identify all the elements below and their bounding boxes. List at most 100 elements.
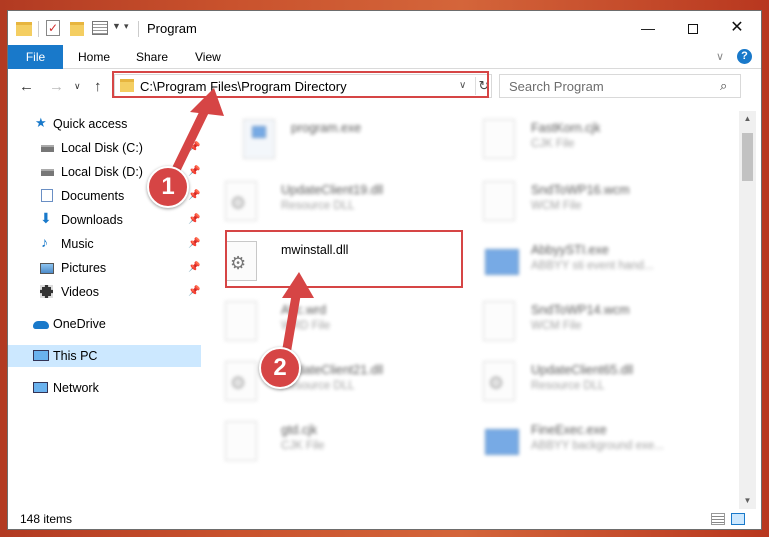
vertical-scrollbar[interactable]: ▲ ▼ bbox=[739, 111, 756, 509]
forward-arrow-icon[interactable]: → bbox=[49, 78, 64, 95]
sidebar-item-onedrive[interactable]: OneDrive bbox=[8, 313, 201, 335]
network-icon bbox=[33, 382, 48, 393]
list-item[interactable]: FastKorn.cjk CJK File bbox=[469, 111, 699, 169]
expand-ribbon-icon[interactable]: ∨ bbox=[716, 50, 724, 63]
file-icon bbox=[483, 421, 519, 461]
pin-icon[interactable]: 📌 bbox=[188, 209, 200, 231]
sidebar-item-label: Videos bbox=[61, 285, 99, 299]
file-name: AbbyySTI.exe bbox=[531, 243, 609, 257]
search-input[interactable]: Search Program ⌕ bbox=[499, 74, 741, 98]
sidebar-item-videos[interactable]: Videos 📌 bbox=[8, 281, 201, 303]
list-item[interactable]: ⚙ UpdateClient19.dll Resource DLL bbox=[211, 173, 441, 231]
sidebar-item-pictures[interactable]: Pictures 📌 bbox=[8, 257, 201, 279]
sidebar-item-label: Local Disk (D:) bbox=[61, 165, 143, 179]
file-type: Resource DLL bbox=[281, 200, 355, 212]
list-item[interactable]: AbbyySTI.exe ABBYY sti event hand... bbox=[469, 233, 699, 291]
file-name: gtd.cjk bbox=[281, 423, 318, 437]
close-button[interactable]: ✕ bbox=[714, 11, 760, 45]
pin-icon[interactable]: 📌 bbox=[188, 281, 200, 303]
new-folder-icon[interactable] bbox=[70, 22, 84, 36]
tab-view[interactable]: View bbox=[195, 45, 221, 69]
view-options-icon[interactable] bbox=[92, 21, 108, 35]
file-type: WCM File bbox=[531, 320, 582, 332]
scroll-thumb[interactable] bbox=[742, 133, 753, 181]
file-name: FineExec.exe bbox=[531, 423, 607, 437]
title-bar: ✓ ▼ ▾ Program — ✕ bbox=[8, 11, 761, 45]
list-item[interactable]: FineExec.exe ABBYY background exe... bbox=[469, 413, 699, 471]
maximize-icon bbox=[688, 24, 698, 35]
documents-icon bbox=[41, 189, 53, 202]
gear-icon: ⚙ bbox=[230, 193, 247, 213]
computer-icon bbox=[33, 350, 49, 361]
file-name: UpdateClient19.dll bbox=[281, 183, 384, 197]
status-bar: 148 items bbox=[8, 509, 761, 529]
tab-file[interactable]: File bbox=[8, 45, 63, 69]
pictures-icon bbox=[40, 263, 54, 274]
list-item[interactable]: SndToWP16.wcm WCM File bbox=[469, 173, 699, 231]
chevron-down-icon[interactable]: ▼ bbox=[112, 21, 121, 39]
file-icon: ⚙ bbox=[483, 361, 515, 401]
file-icon bbox=[483, 119, 515, 159]
sidebar-item-label: This PC bbox=[53, 349, 98, 363]
sidebar-item-label: Local Disk (C:) bbox=[61, 141, 143, 155]
drive-icon bbox=[41, 169, 54, 176]
callout-two: 2 bbox=[259, 347, 301, 389]
details-view-icon[interactable] bbox=[711, 513, 725, 525]
sidebar-item-music[interactable]: ♪ Music 📌 bbox=[8, 233, 201, 255]
tab-home[interactable]: Home bbox=[78, 45, 110, 69]
back-arrow-icon[interactable]: ← bbox=[19, 78, 34, 95]
list-item[interactable]: SndToWP14.wcm WCM File bbox=[469, 293, 699, 351]
search-icon[interactable]: ⌕ bbox=[720, 78, 727, 94]
list-item[interactable]: gtd.cjk CJK File bbox=[211, 413, 441, 471]
file-highlight-box bbox=[225, 230, 463, 288]
file-type: ABBYY background exe... bbox=[531, 440, 664, 452]
folder-icon bbox=[16, 22, 32, 36]
search-placeholder: Search Program bbox=[509, 79, 604, 94]
scroll-down-icon[interactable]: ▼ bbox=[739, 493, 756, 509]
sidebar-item-label: Documents bbox=[61, 189, 125, 203]
pin-icon[interactable]: 📌 bbox=[188, 185, 200, 207]
list-item[interactable]: program.exe bbox=[229, 111, 459, 169]
file-list: program.exe ⚙ UpdateClient19.dll Resourc… bbox=[211, 111, 738, 509]
pin-icon[interactable]: 📌 bbox=[188, 161, 200, 183]
exe-icon bbox=[485, 249, 519, 275]
tab-share[interactable]: Share bbox=[136, 45, 168, 69]
list-item[interactable]: ⚙ UpdateClient65.dll Resource DLL bbox=[469, 353, 699, 411]
file-name: UpdateClient65.dll bbox=[531, 363, 634, 377]
file-name: Abc.wrd bbox=[281, 303, 327, 317]
address-highlight-box bbox=[112, 71, 489, 98]
pin-icon[interactable]: 📌 bbox=[188, 257, 200, 279]
list-item[interactable]: ⚙ UpdateClient21.dll Resource DLL bbox=[211, 353, 441, 411]
scroll-up-icon[interactable]: ▲ bbox=[739, 111, 756, 127]
star-icon: ★ bbox=[35, 115, 47, 130]
maximize-button[interactable] bbox=[670, 11, 716, 45]
callout-one: 1 bbox=[147, 166, 189, 208]
file-icon bbox=[225, 421, 257, 461]
sidebar-item-label: OneDrive bbox=[53, 317, 106, 331]
minimize-button[interactable]: — bbox=[625, 11, 671, 45]
sidebar-item-local-disk-c[interactable]: Local Disk (C:) 📌 bbox=[8, 137, 201, 159]
recent-locations-icon[interactable]: ∨ bbox=[74, 81, 81, 92]
music-icon: ♪ bbox=[41, 234, 48, 250]
sidebar-item-label: Quick access bbox=[53, 117, 128, 131]
up-arrow-icon[interactable]: ↑ bbox=[94, 78, 102, 95]
file-icon bbox=[243, 119, 275, 159]
file-type: CJK File bbox=[281, 440, 325, 452]
sidebar-item-downloads[interactable]: ⬇ Downloads 📌 bbox=[8, 209, 201, 231]
customize-toolbar-icon[interactable]: ▾ bbox=[124, 21, 129, 39]
file-icon bbox=[483, 301, 515, 341]
file-name: SndToWP14.wcm bbox=[531, 303, 630, 317]
sidebar-item-network[interactable]: Network bbox=[8, 377, 201, 399]
sidebar-item-quick-access[interactable]: ★ Quick access bbox=[8, 113, 201, 135]
pin-icon[interactable]: 📌 bbox=[188, 137, 200, 159]
ribbon-tabs: File Home Share View ∨ ? bbox=[8, 45, 761, 69]
sidebar-item-label: Downloads bbox=[61, 213, 123, 227]
help-icon[interactable]: ? bbox=[737, 49, 752, 64]
gear-icon: ⚙ bbox=[230, 373, 247, 393]
large-icons-view-icon[interactable] bbox=[731, 513, 745, 525]
pin-icon[interactable]: 📌 bbox=[188, 233, 200, 255]
sidebar-item-this-pc[interactable]: This PC bbox=[8, 345, 201, 367]
list-item[interactable]: Abc.wrd WRD File bbox=[211, 293, 441, 351]
properties-check-icon[interactable]: ✓ bbox=[46, 20, 60, 36]
sidebar-item-label: Music bbox=[61, 237, 94, 251]
